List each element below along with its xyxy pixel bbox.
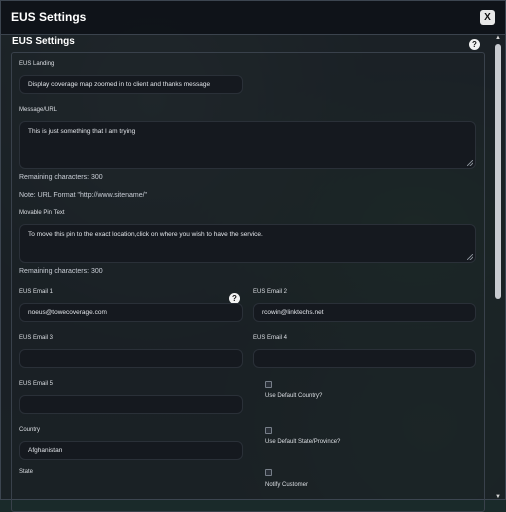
message-textarea[interactable]: This is just something that I am trying [19,121,476,169]
pin-text: To move this pin to the exact location,c… [28,231,263,238]
pin-text-textarea[interactable]: To move this pin to the exact location,c… [19,224,476,263]
dialog-title: EUS Settings [11,10,87,24]
pin-remaining-characters: Remaining characters: 300 [19,268,103,275]
section-title: EUS Settings [12,36,75,47]
email2-input[interactable]: rcowin@linktechs.net [253,303,476,322]
default-state-label: Use Default State/Province? [265,439,341,445]
dialog-titlebar: EUS Settings X [1,1,505,35]
email1-label: EUS Email 1 [19,289,54,295]
help-icon[interactable]: ? [469,39,480,50]
email5-input[interactable] [19,395,243,414]
landing-select[interactable]: Display coverage map zoomed in to client… [19,75,243,94]
email4-label: EUS Email 4 [253,335,288,341]
message-remaining-characters: Remaining characters: 300 [19,174,103,181]
country-label: Country [19,427,41,433]
eus-settings-dialog: EUS Settings X EUS Settings ? EUS Landin… [0,0,506,512]
close-icon: X [484,12,491,23]
notify-customer-checkbox[interactable] [265,469,272,476]
resize-grip-icon[interactable] [467,160,473,166]
vertical-scrollbar[interactable]: ▲ ▼ [494,34,502,501]
country-select[interactable]: Afghanistan [19,441,243,460]
scrollbar-thumb[interactable] [495,44,501,299]
email2-label: EUS Email 2 [253,289,288,295]
message-text: This is just something that I am trying [28,128,136,135]
email4-input[interactable] [253,349,476,368]
message-label: Message/URL [19,107,58,113]
url-format-note: Note: URL Format "http://www.sitename/" [19,192,148,199]
close-button[interactable]: X [480,10,495,25]
pin-text-label: Movable Pin Text [19,210,65,216]
default-country-label: Use Default Country? [265,393,323,399]
scroll-up-icon[interactable]: ▲ [494,34,502,42]
email5-label: EUS Email 5 [19,381,54,387]
email3-label: EUS Email 3 [19,335,54,341]
notify-customer-label: Notify Customer [265,482,309,488]
default-country-checkbox[interactable] [265,381,272,388]
default-state-checkbox[interactable] [265,427,272,434]
landing-label: EUS Landing [19,61,55,67]
email3-input[interactable] [19,349,243,368]
email1-input[interactable]: noeus@towecoverage.com [19,303,243,322]
resize-grip-icon[interactable] [467,254,473,260]
state-label: State [19,469,34,475]
